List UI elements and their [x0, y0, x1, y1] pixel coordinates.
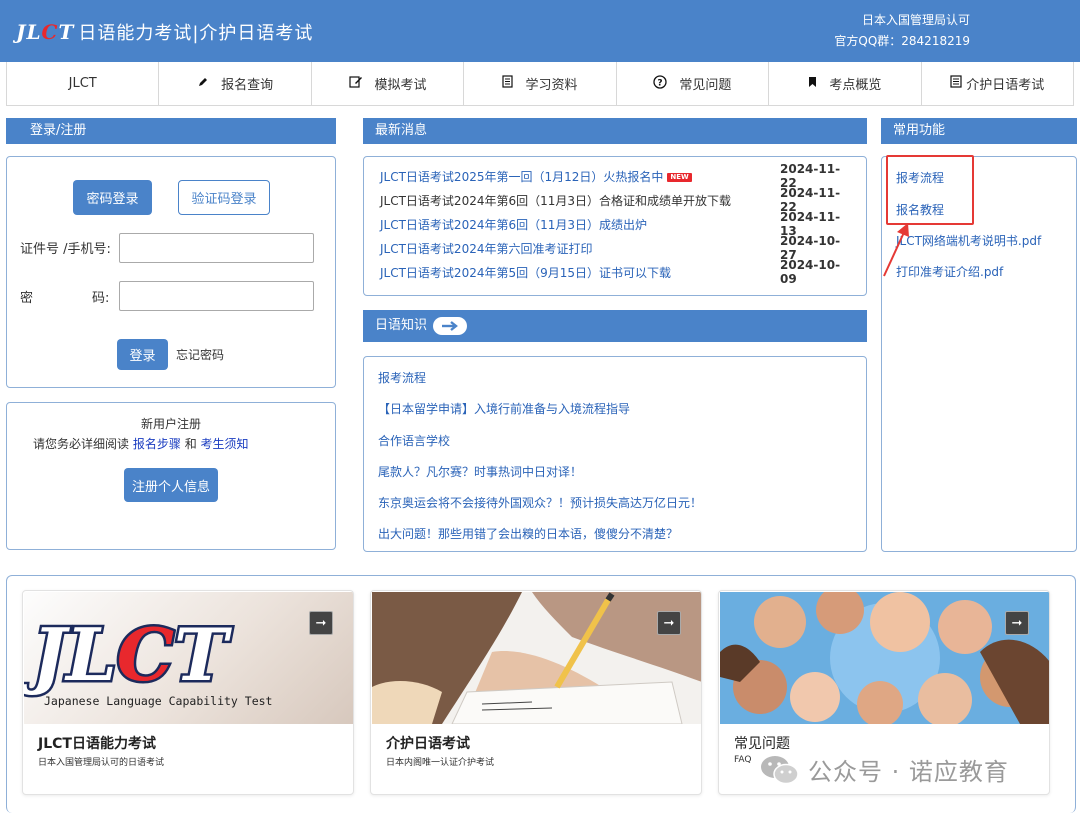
card-jlct[interactable]: JLCT Japanese Language Capability Test ➞…	[22, 590, 354, 795]
nav-item-faq[interactable]: ? 常见问题	[617, 62, 770, 105]
knowledge-item[interactable]: 东京奥运会将不会接待外国观众？！预计损失高达万亿日元！	[378, 494, 702, 511]
card-subtitle: FAQ	[734, 755, 752, 765]
functions-section-title: 常用功能	[881, 118, 1077, 144]
candidate-notice-link[interactable]: 考生须知	[201, 437, 249, 451]
header-approval-text: 日本入国管理局认可	[861, 13, 970, 27]
knowledge-item[interactable]: 尾款人？凡尔赛？时事热词中日对译！	[378, 463, 582, 480]
register-notice-and: 和	[184, 437, 197, 451]
card-title: 介护日语考试	[386, 736, 470, 752]
writing-student-photo	[372, 592, 701, 724]
news-title[interactable]: JLCT日语考试2024年第6回（11月3日）成绩出炉	[380, 216, 780, 233]
knowledge-panel: 报考流程 【日本留学申请】入境行前准备与入境流程指导 合作语言学校 尾款人？凡尔…	[363, 356, 867, 552]
register-notice: 请您务必详细阅读 报名步骤 和 考生须知	[33, 435, 249, 452]
logo-text: 日语能力考试|介护日语考试	[78, 23, 314, 44]
header-info: 日本入国管理局认可 官方QQ群：284218219	[834, 10, 970, 52]
news-date: 2024-10-09	[780, 258, 841, 286]
knowledge-title-text: 日语知识	[375, 318, 428, 333]
news-item[interactable]: JLCT日语考试2024年第六回准考证打印 2024-10-27	[380, 234, 850, 262]
people-circle-illustration	[720, 592, 1049, 724]
nav-item-jlct[interactable]: JLCT	[7, 62, 160, 105]
news-title[interactable]: JLCT日语考试2024年第5回（9月15日）证书可以下载	[380, 264, 780, 281]
news-section-title: 最新消息	[363, 118, 867, 144]
password-login-tab[interactable]: 密码登录	[73, 180, 152, 215]
bookmark-icon	[808, 76, 817, 92]
news-panel: JLCT日语考试2025年第一回（1月12日）火热报名中 NEW 2024-11-…	[363, 156, 867, 296]
jlct-logo-letters: JLCT	[24, 612, 232, 697]
wechat-watermark: 公众号 · 诺应教育	[760, 752, 1009, 787]
jlct-logo-graphic: JLCT Japanese Language Capability Test	[24, 610, 272, 709]
card-care-exam[interactable]: ➞ 介护日语考试 日本内阁唯一认证介护考试	[370, 590, 702, 795]
watermark-text: 公众号 · 诺应教育	[808, 758, 1009, 786]
news-item[interactable]: JLCT日语考试2024年第5回（9月15日）证书可以下载 2024-10-09	[380, 258, 850, 286]
code-login-tab[interactable]: 验证码登录	[178, 180, 270, 215]
knowledge-section-title: 日语知识	[363, 310, 867, 342]
nav-item-label: 模拟考试	[374, 78, 427, 93]
svg-text:?: ?	[658, 78, 663, 88]
new-badge: NEW	[667, 172, 692, 182]
jlct-logo-caption: Japanese Language Capability Test	[44, 694, 272, 708]
document-icon	[502, 75, 514, 92]
pencil-icon	[197, 76, 209, 92]
arrow-right-icon	[442, 321, 458, 331]
nav-item-registration-query[interactable]: 报名查询	[159, 62, 312, 105]
main-nav: JLCT 报名查询 模拟考试 学习资料 ? 常见问题 考点概览 介护日语考试	[6, 62, 1074, 106]
jlct-logo-image: JLCT Japanese Language Capability Test	[24, 592, 353, 724]
nav-item-label: 考点概览	[829, 78, 882, 93]
id-phone-input[interactable]	[119, 233, 314, 263]
register-info-button[interactable]: 注册个人信息	[124, 468, 218, 502]
knowledge-item[interactable]: 出大问题！那些用错了会出糗的日本语，傻傻分不清楚？	[378, 525, 678, 542]
edit-icon	[348, 75, 363, 92]
nav-item-study-materials[interactable]: 学习资料	[464, 62, 617, 105]
writing-illustration	[372, 592, 701, 724]
annotation-arrow-icon	[883, 223, 909, 277]
nav-item-label: 介护日语考试	[966, 78, 1045, 93]
site-header: JLCT 日语能力考试|介护日语考试 日本入国管理局认可 官方QQ群：28421…	[0, 0, 1080, 62]
register-panel: 新用户注册 请您务必详细阅读 报名步骤 和 考生须知 注册个人信息	[6, 402, 336, 550]
nav-item-care-exam[interactable]: 介护日语考试	[922, 62, 1073, 105]
card-arrow-button[interactable]: ➞	[309, 611, 333, 635]
login-button[interactable]: 登录	[117, 339, 168, 370]
book-icon	[950, 75, 962, 92]
group-people-photo	[720, 592, 1049, 724]
news-title[interactable]: JLCT日语考试2025年第一回（1月12日）火热报名中 NEW	[380, 168, 780, 185]
knowledge-item[interactable]: 合作语言学校	[378, 432, 450, 449]
nav-item-label: 报名查询	[221, 78, 274, 93]
header-qq-group: 官方QQ群：284218219	[834, 34, 970, 48]
password-label-left: 密	[20, 291, 34, 306]
card-arrow-button[interactable]: ➞	[1005, 611, 1029, 635]
news-item[interactable]: JLCT日语考试2024年第6回（11月3日）成绩出炉 2024-11-13	[380, 210, 850, 238]
password-label-right: 码:	[92, 291, 110, 306]
site-logo[interactable]: JLCT 日语能力考试|介护日语考试	[16, 18, 313, 46]
nav-item-label: JLCT	[68, 76, 97, 91]
id-field-label: 证件号 /手机号:	[20, 242, 111, 257]
nav-item-label: 学习资料	[525, 78, 578, 93]
question-icon: ?	[653, 74, 668, 93]
card-title: 常见问题	[734, 736, 790, 752]
news-title[interactable]: JLCT日语考试2024年第六回准考证打印	[380, 240, 780, 257]
news-item[interactable]: JLCT日语考试2024年第6回（11月3日）合格证和成绩单开放下载 2024-…	[380, 186, 850, 214]
card-arrow-button[interactable]: ➞	[657, 611, 681, 635]
register-title: 新用户注册	[140, 417, 201, 431]
nav-item-mock-exam[interactable]: 模拟考试	[312, 62, 465, 105]
password-input[interactable]	[119, 281, 314, 311]
register-notice-text: 请您务必详细阅读	[33, 437, 130, 451]
login-section-title: 登录/注册	[6, 118, 336, 144]
registration-steps-link[interactable]: 报名步骤	[133, 437, 181, 451]
news-title[interactable]: JLCT日语考试2024年第6回（11月3日）合格证和成绩单开放下载	[380, 192, 780, 209]
annotation-highlight-box	[886, 155, 974, 225]
knowledge-item[interactable]: 【日本留学申请】入境行前准备与入境流程指导	[378, 400, 630, 417]
nav-item-test-centers[interactable]: 考点概览	[769, 62, 922, 105]
login-panel: 密码登录 验证码登录 证件号 /手机号: 密 码: 登录 忘记密码	[6, 156, 336, 388]
forgot-password-link[interactable]: 忘记密码	[176, 346, 224, 363]
news-item[interactable]: JLCT日语考试2025年第一回（1月12日）火热报名中 NEW 2024-11-…	[380, 162, 850, 190]
wechat-icon	[761, 755, 799, 784]
card-subtitle: 日本内阁唯一认证介护考试	[386, 758, 495, 768]
knowledge-more-button[interactable]	[433, 317, 468, 335]
knowledge-item[interactable]: 报考流程	[378, 369, 426, 386]
card-title: JLCT日语能力考试	[38, 736, 156, 752]
card-subtitle: 日本入国管理局认可的日语考试	[38, 758, 165, 768]
logo-mark: JLCT	[16, 20, 75, 44]
nav-item-label: 常见问题	[679, 78, 732, 93]
